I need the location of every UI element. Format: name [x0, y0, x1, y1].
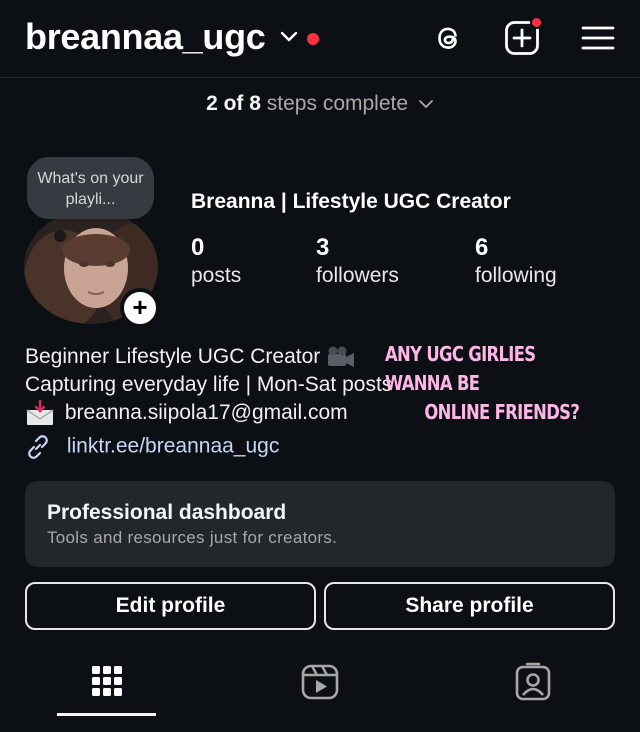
reels-icon[interactable] [300, 662, 340, 702]
chevron-down-icon[interactable] [280, 30, 298, 44]
stat-followers[interactable]: 3 followers [316, 234, 399, 288]
menu-icon[interactable] [580, 20, 616, 56]
stat-value: 6 [475, 234, 489, 261]
bio-line-2: Capturing everyday life | Mon-Sat posts [25, 373, 393, 396]
grid-icon[interactable] [87, 662, 127, 702]
edit-profile-button[interactable]: Edit profile [25, 582, 316, 630]
professional-dashboard-card[interactable]: Professional dashboard Tools and resourc… [25, 481, 615, 567]
stat-posts[interactable]: 0 posts [191, 234, 241, 288]
link-text: linktr.ee/breannaa_ugc [66, 434, 280, 458]
overlay-text: ANY UGC GIRLIES WANNA BE ONLINE FRIENDS? [385, 342, 580, 424]
top-bar: breannaa_ugc [0, 0, 640, 78]
stat-label: posts [191, 264, 242, 287]
tagged-icon[interactable] [513, 662, 553, 702]
bio-email-line: breanna.siipola17@gmail.com [25, 399, 392, 427]
display-name: Breanna | Lifestyle UGC Creator [191, 190, 511, 213]
bio-line-1: Beginner Lifestyle UGC Creator [25, 343, 392, 371]
create-notification-dot [530, 16, 543, 29]
stat-label: followers [316, 264, 399, 287]
note-bubble[interactable]: What's on your playli... [27, 157, 154, 219]
share-profile-button[interactable]: Share profile [324, 582, 615, 630]
bio-email: breanna.siipola17@gmail.com [64, 401, 348, 424]
bio: Beginner Lifestyle UGC Creator Capturing… [25, 343, 392, 427]
username-title[interactable]: breannaa_ugc [25, 16, 266, 58]
active-tab-indicator [57, 713, 156, 716]
steps-progress: 2 of 8 [206, 92, 261, 115]
link-icon [28, 435, 48, 459]
notification-dot [307, 33, 319, 45]
onboarding-steps[interactable]: 2 of 8 steps complete [0, 92, 640, 116]
dashboard-title: Professional dashboard [47, 501, 287, 524]
stat-label: following [475, 264, 557, 287]
envelope-icon [26, 400, 54, 426]
stat-value: 3 [316, 234, 330, 261]
add-story-button[interactable]: + [120, 288, 160, 328]
threads-icon[interactable] [430, 20, 466, 56]
profile-link[interactable]: linktr.ee/breannaa_ugc [25, 434, 279, 460]
stat-value: 0 [191, 234, 205, 261]
dashboard-subtitle: Tools and resources just for creators. [47, 528, 338, 547]
stat-following[interactable]: 6 following [475, 234, 557, 288]
steps-label: steps complete [266, 92, 409, 115]
chevron-down-icon [418, 100, 433, 109]
movie-camera-icon [328, 346, 355, 368]
